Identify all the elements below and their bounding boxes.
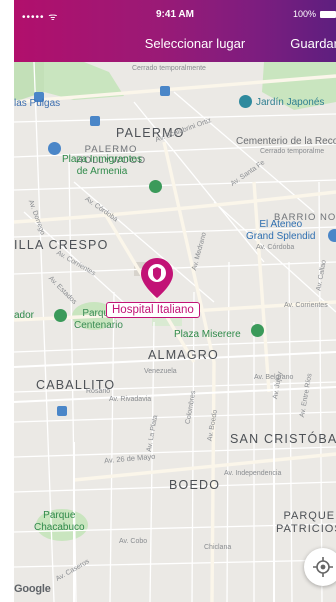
poi-label: ador bbox=[14, 310, 35, 321]
park-poi-icon[interactable] bbox=[54, 309, 67, 322]
status-time: 9:41 AM bbox=[156, 9, 194, 20]
transit-station-icon[interactable] bbox=[160, 86, 170, 96]
street-label: Av. Independencia bbox=[224, 470, 282, 477]
location-pin-icon[interactable] bbox=[139, 256, 175, 300]
garden-poi-icon[interactable] bbox=[239, 95, 252, 108]
crosshair-icon bbox=[313, 557, 333, 577]
poi-label: Plaza Miserere bbox=[174, 329, 241, 340]
status-bar: ••••• ᯤ 9:41 AM 100% bbox=[14, 9, 336, 23]
street-label: Av. Córdoba bbox=[256, 244, 295, 251]
transit-station-icon[interactable] bbox=[90, 116, 100, 126]
street-label: Av. Cobo bbox=[119, 538, 148, 545]
district-label: SAN CRISTÓBA bbox=[230, 432, 336, 446]
street-label: Rosario bbox=[86, 388, 111, 395]
park-poi-icon[interactable] bbox=[149, 180, 162, 193]
map-view[interactable]: Cerrado temporalmente las Pulgas Jardín … bbox=[14, 62, 336, 602]
street-label: Chiclana bbox=[204, 544, 232, 551]
save-button[interactable]: Guardar bbox=[290, 36, 336, 51]
poi-label: Cementerio de la Recole bbox=[236, 136, 336, 147]
page-title: Seleccionar lugar bbox=[144, 36, 246, 51]
poi-label: las Pulgas bbox=[14, 98, 61, 109]
pin-label[interactable]: Hospital Italiano bbox=[106, 302, 200, 318]
poi-note: Cerrado temporalme bbox=[260, 148, 325, 155]
district-label: BOEDO bbox=[169, 478, 221, 492]
google-logo: Google bbox=[14, 583, 51, 595]
district-label: ALMAGRO bbox=[148, 348, 219, 362]
street-label: Av. Corrientes bbox=[284, 302, 328, 309]
battery-icon bbox=[320, 10, 336, 18]
bookstore-poi-icon[interactable] bbox=[328, 229, 336, 242]
poi-label: Plaza Inmigrantes de Armenia bbox=[62, 154, 143, 177]
park-poi-icon[interactable] bbox=[251, 324, 264, 337]
poi-label: Jardín Japonés bbox=[256, 97, 325, 108]
shopping-poi-icon[interactable] bbox=[48, 142, 61, 155]
poi-note: Cerrado temporalmente bbox=[132, 65, 206, 72]
header-bar: ••••• ᯤ 9:41 AM 100% Seleccionar lugar G… bbox=[14, 0, 336, 62]
street-label: Av. Rivadavia bbox=[109, 396, 152, 403]
street-label: Av. Belgrano bbox=[254, 374, 294, 381]
transit-station-icon[interactable] bbox=[57, 406, 67, 416]
app-screen: ••••• ᯤ 9:41 AM 100% Seleccionar lugar G… bbox=[14, 0, 336, 602]
navigation-bar: Seleccionar lugar Guardar bbox=[14, 36, 336, 56]
street-label: Venezuela bbox=[144, 368, 177, 375]
battery-percent: 100% bbox=[292, 9, 316, 19]
district-label: ILLA CRESPO bbox=[14, 238, 109, 252]
my-location-button[interactable] bbox=[304, 548, 336, 586]
district-label: PARQUE PATRICIOS bbox=[276, 510, 336, 535]
poi-label: Parque Chacabuco bbox=[34, 510, 85, 533]
battery-indicator: 100% bbox=[293, 9, 336, 19]
poi-label: El Ateneo Grand Splendid bbox=[246, 219, 316, 242]
